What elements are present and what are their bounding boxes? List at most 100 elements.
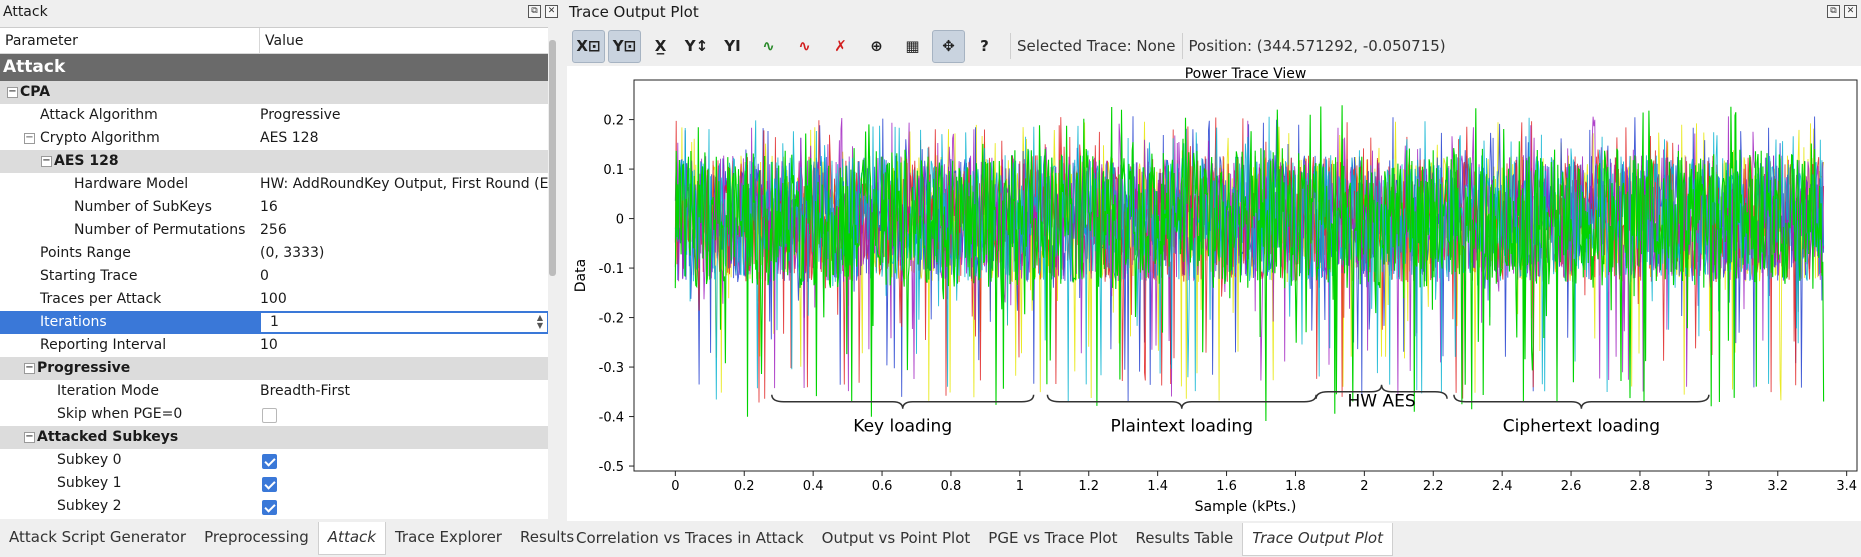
x-autoscale-button[interactable]: X̲: [644, 30, 677, 63]
tree-row-starting-trace[interactable]: Starting Trace 0: [0, 265, 548, 288]
param-value[interactable]: Progressive: [260, 104, 548, 127]
collapse-icon[interactable]: −: [24, 432, 35, 443]
hide-traces-button[interactable]: ✗: [824, 30, 857, 63]
param-value[interactable]: (0, 3333): [260, 242, 548, 265]
attack-dock-buttons: ⧉ ✕: [528, 5, 558, 18]
close-icon[interactable]: ✕: [545, 5, 558, 18]
collapse-icon[interactable]: −: [41, 156, 52, 167]
y-default-button[interactable]: YI: [716, 30, 749, 63]
tree-row-attacked-subkeys[interactable]: − Attacked Subkeys: [0, 426, 548, 449]
help-icon: ?: [980, 37, 989, 55]
tree-row-skip-when-pge-0[interactable]: Skip when PGE=0: [0, 403, 548, 426]
tree-row-reporting-interval[interactable]: Reporting Interval 10: [0, 334, 548, 357]
param-value[interactable]: 256: [260, 219, 548, 242]
tab-output-vs-point-plot[interactable]: Output vs Point Plot: [813, 523, 980, 556]
x-tick-label: 2.4: [1492, 479, 1513, 494]
tree-row-aes-128[interactable]: − AES 128: [0, 150, 548, 173]
x-tick-label: 0.4: [803, 479, 824, 494]
param-label: Iterations: [40, 314, 107, 330]
help-button[interactable]: ?: [968, 30, 1001, 63]
tree-row-subkey-0[interactable]: Subkey 0: [0, 449, 548, 472]
tree-row-subkey-1[interactable]: Subkey 1: [0, 472, 548, 495]
collapse-icon[interactable]: −: [24, 133, 35, 144]
checkbox[interactable]: [262, 408, 277, 423]
column-header-parameter[interactable]: Parameter: [0, 28, 260, 53]
param-value[interactable]: AES 128: [260, 127, 548, 150]
column-header-value[interactable]: Value: [260, 28, 303, 53]
float-icon[interactable]: ⧉: [1827, 5, 1840, 18]
tab-preprocessing[interactable]: Preprocessing: [195, 522, 318, 555]
y-autoscale-button[interactable]: Y↕: [680, 30, 713, 63]
tree-row-progressive[interactable]: − Progressive: [0, 357, 548, 380]
annotation-label: HW AES: [1347, 392, 1415, 412]
tree-row-points-range[interactable]: Points Range (0, 3333): [0, 242, 548, 265]
tree-row-attack-algorithm[interactable]: Attack Algorithm Progressive: [0, 104, 548, 127]
x-tick-label: 1.8: [1285, 479, 1306, 494]
collapse-icon[interactable]: −: [7, 87, 18, 98]
spin-arrows-icon[interactable]: ▲ ▼: [537, 314, 543, 330]
tab-trace-explorer[interactable]: Trace Explorer: [386, 522, 511, 555]
tab-correlation-vs-traces-in-attack[interactable]: Correlation vs Traces in Attack: [567, 523, 813, 556]
power-trace-chart[interactable]: Power Trace View0 0.2 0.4 0.6 0.8 1 1.2 1.4 1.6 1…: [567, 66, 1861, 521]
y-axis-label: Data: [573, 259, 589, 292]
plot-area[interactable]: Power Trace View 0 0.2 0.4 0.6 0.8 1 1.2 1.4 1.6 1…: [567, 66, 1861, 521]
param-value[interactable]: 10: [260, 334, 548, 357]
tree-row-cpa[interactable]: − CPA: [0, 81, 548, 104]
tab-attack[interactable]: Attack: [317, 522, 386, 555]
param-value[interactable]: HW: AddRoundKey Output, First Round (En: [260, 173, 548, 196]
app-window: Attack ⧉ ✕ Parameter Value Attack − CPA Att…: [0, 0, 1861, 557]
param-label: Crypto Algorithm: [40, 130, 160, 146]
crosshair-button[interactable]: ⊕: [860, 30, 893, 63]
checkbox[interactable]: [262, 500, 277, 515]
tree-scrollbar[interactable]: [549, 40, 556, 276]
x-tick-label: 1.2: [1078, 479, 1099, 494]
checkbox[interactable]: [262, 454, 277, 469]
checkbox[interactable]: [262, 477, 277, 492]
param-label: Skip when PGE=0: [57, 406, 183, 422]
tree-row-iteration-mode[interactable]: Iteration Mode Breadth-First: [0, 380, 548, 403]
tree-row-number-of-permutations[interactable]: Number of Permutations 256: [0, 219, 548, 242]
float-icon[interactable]: ⧉: [528, 5, 541, 18]
toolbar-separator: [1181, 33, 1183, 59]
x-tick-label: 0.2: [734, 479, 755, 494]
cursor-position-label: Position: (344.571292, -0.050715): [1188, 37, 1446, 55]
x-tick-label: 2.6: [1561, 479, 1582, 494]
param-value[interactable]: 100: [260, 288, 548, 311]
collapse-icon[interactable]: −: [24, 363, 35, 374]
hide-traces-icon: ✗: [834, 37, 847, 55]
grid-button[interactable]: ▦: [896, 30, 929, 63]
param-label: Hardware Model: [74, 176, 189, 192]
close-icon[interactable]: ✕: [1844, 5, 1857, 18]
legend-toggle-button[interactable]: ∿: [752, 30, 785, 63]
x-tick-label: 2.8: [1630, 479, 1651, 494]
y-lock-button[interactable]: Y⊡: [608, 29, 641, 63]
tree-row-number-of-subkeys[interactable]: Number of SubKeys 16: [0, 196, 548, 219]
x-tick-label: 2: [1360, 479, 1368, 494]
tree-row-subkey-2[interactable]: Subkey 2: [0, 495, 548, 518]
tree-row-attack[interactable]: Attack: [0, 54, 548, 81]
param-label: Reporting Interval: [40, 337, 167, 353]
iterations-spinbox[interactable]: 1 ▲ ▼: [260, 312, 548, 333]
spinbox-value: 1: [270, 314, 279, 330]
x-tick-label: 0: [671, 479, 679, 494]
param-value[interactable]: 0: [260, 265, 548, 288]
tree-row-traces-per-attack[interactable]: Traces per Attack 100: [0, 288, 548, 311]
show-traces-button[interactable]: ∿: [788, 30, 821, 63]
tab-results-table[interactable]: Results Table: [1127, 523, 1243, 556]
y-lock-icon: Y⊡: [612, 37, 637, 55]
param-value[interactable]: 16: [260, 196, 548, 219]
right-dock-tabs: Correlation vs Traces in Attack Output vs…: [567, 523, 1393, 556]
legend-toggle-icon: ∿: [762, 37, 775, 55]
tab-attack-script-generator[interactable]: Attack Script Generator: [0, 522, 195, 555]
tab-trace-output-plot[interactable]: Trace Output Plot: [1242, 523, 1393, 556]
param-label: Subkey 0: [57, 452, 122, 468]
tree-row-iterations[interactable]: Iterations 1 ▲ ▼: [0, 311, 548, 334]
tree-row-hardware-model[interactable]: Hardware Model HW: AddRoundKey Output, Fi…: [0, 173, 548, 196]
param-value[interactable]: Breadth-First: [260, 380, 548, 403]
y-tick-label: -0.3: [599, 361, 624, 376]
x-lock-button[interactable]: X⊡: [572, 29, 605, 63]
tab-pge-vs-trace-plot[interactable]: PGE vs Trace Plot: [979, 523, 1126, 556]
pan-button[interactable]: ✥: [932, 29, 965, 63]
tree-row-crypto-algorithm[interactable]: − Crypto Algorithm AES 128: [0, 127, 548, 150]
plot-toolbar: X⊡ Y⊡ X̲ Y↕ YI ∿ ∿ ✗ ⊕ ▦ ✥? Selected Trace: None Pos…: [567, 28, 1861, 64]
